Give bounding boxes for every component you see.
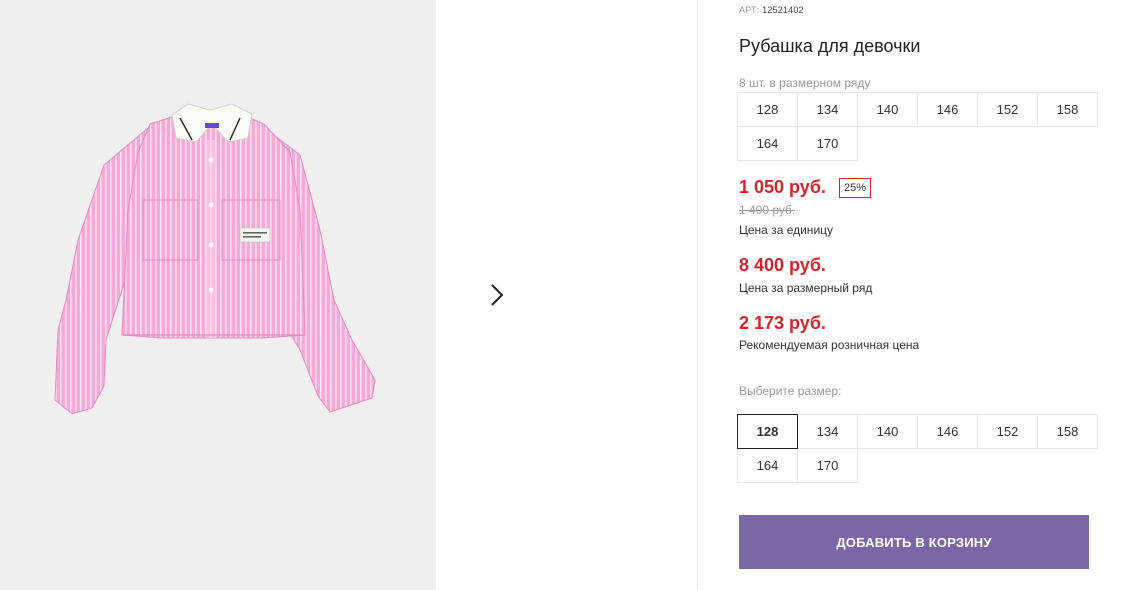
discount-badge: 25% bbox=[839, 178, 872, 198]
size-option-128[interactable]: 128 bbox=[737, 414, 798, 449]
retail-price: 2 173 руб. bbox=[739, 313, 826, 333]
pack-price-caption: Цена за размерный ряд bbox=[739, 281, 873, 295]
pack-size-cell: 158 bbox=[1037, 92, 1098, 127]
size-option-164[interactable]: 164 bbox=[737, 448, 798, 483]
choose-size-label: Выберите размер: bbox=[739, 384, 842, 398]
size-option-158[interactable]: 158 bbox=[1037, 414, 1098, 449]
size-option-146[interactable]: 146 bbox=[917, 414, 978, 449]
chevron-right-icon bbox=[491, 284, 504, 306]
pack-size-cell: 170 bbox=[797, 126, 858, 161]
article-number: АРТ: 12521402 bbox=[739, 5, 804, 15]
size-option-134[interactable]: 134 bbox=[797, 414, 858, 449]
shirt-image bbox=[54, 103, 376, 415]
size-selector: 128 134 140 146 152 158 164 170 bbox=[737, 414, 1098, 483]
size-option-170[interactable]: 170 bbox=[797, 448, 858, 483]
article-label: АРТ: bbox=[739, 5, 760, 15]
retail-price-caption: Рекомендуемая розничная цена bbox=[739, 338, 920, 352]
product-photo bbox=[0, 0, 436, 590]
pack-price: 8 400 руб. bbox=[739, 255, 826, 275]
pack-size-grid: 128 134 140 146 152 158 164 170 bbox=[737, 92, 1098, 161]
unit-price-caption: Цена за единицу bbox=[739, 223, 834, 237]
next-image-button[interactable] bbox=[470, 268, 524, 322]
pack-note: 8 шт. в размерном ряду bbox=[739, 76, 871, 90]
old-price: 1 400 руб. bbox=[739, 203, 796, 217]
unit-price: 1 050 руб. bbox=[739, 177, 826, 197]
size-option-140[interactable]: 140 bbox=[857, 414, 918, 449]
add-to-cart-button[interactable]: ДОБАВИТЬ В КОРЗИНУ bbox=[739, 515, 1089, 569]
pack-size-cell: 140 bbox=[857, 92, 918, 127]
product-title: Рубашка для девочки bbox=[739, 36, 921, 56]
pack-size-cell: 152 bbox=[977, 92, 1038, 127]
pack-size-cell: 134 bbox=[797, 92, 858, 127]
pack-size-cell: 128 bbox=[737, 92, 798, 127]
pack-size-cell: 146 bbox=[917, 92, 978, 127]
product-gallery bbox=[0, 0, 698, 590]
size-option-152[interactable]: 152 bbox=[977, 414, 1038, 449]
article-value: 12521402 bbox=[762, 5, 804, 15]
pack-size-cell: 164 bbox=[737, 126, 798, 161]
